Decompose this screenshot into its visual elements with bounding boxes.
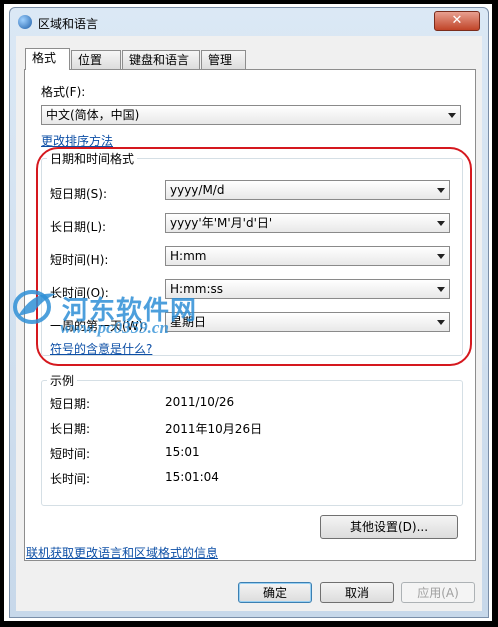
example-long-time-label: 长时间: xyxy=(50,472,91,486)
globe-icon xyxy=(18,15,32,29)
close-button[interactable]: ✕ xyxy=(434,11,480,31)
tab-keyboard-language[interactable]: 键盘和语言 xyxy=(122,50,200,69)
example-long-time-value: 15:01:04 xyxy=(165,470,219,484)
format-label: 格式(F): xyxy=(41,85,86,99)
watermark-logo-icon xyxy=(13,290,56,324)
tab-administrative[interactable]: 管理 xyxy=(201,50,246,69)
chevron-down-icon xyxy=(448,113,456,118)
format-select-value: 中文(简体，中国) xyxy=(46,108,140,122)
apply-button[interactable]: 应用(A) xyxy=(401,582,475,603)
example-group-title: 示例 xyxy=(47,372,78,389)
cancel-button[interactable]: 取消 xyxy=(320,582,394,603)
example-group xyxy=(41,380,463,506)
other-settings-button[interactable]: 其他设置(D)... xyxy=(320,515,458,539)
watermark-url: www.pc0359.cn xyxy=(60,318,169,337)
tab-format[interactable]: 格式 xyxy=(25,48,70,70)
tab-location[interactable]: 位置 xyxy=(71,50,121,69)
example-long-date-value: 2011年10月26日 xyxy=(165,422,263,436)
example-long-date-label: 长日期: xyxy=(50,422,91,436)
window-title: 区域和语言 xyxy=(38,17,99,31)
ok-button[interactable]: 确定 xyxy=(238,582,312,603)
example-short-time-value: 15:01 xyxy=(165,445,200,459)
example-short-date-value: 2011/10/26 xyxy=(165,395,235,409)
title-bar: 区域和语言 ✕ xyxy=(10,8,488,36)
example-short-time-label: 短时间: xyxy=(50,447,91,461)
format-select[interactable]: 中文(简体，中国) xyxy=(41,105,461,125)
online-info-link[interactable]: 联机获取更改语言和区域格式的信息 xyxy=(26,544,218,561)
example-short-date-label: 短日期: xyxy=(50,397,91,411)
